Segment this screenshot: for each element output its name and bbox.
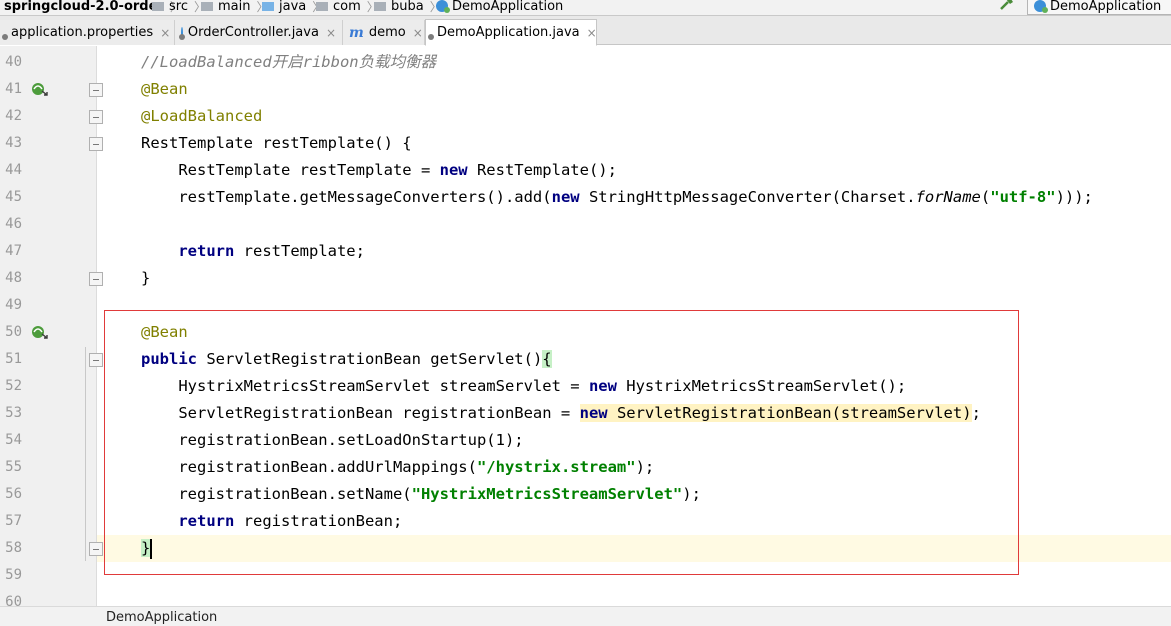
line-number[interactable]: 57 [0,508,22,535]
class-icon [436,0,450,13]
breadcrumb-item-class[interactable]: DemoApplication [436,0,563,15]
close-icon[interactable]: × [587,26,597,40]
line-number[interactable]: 49 [0,292,22,319]
package-icon [374,1,386,11]
breadcrumb-item-java[interactable]: java〉 [262,0,324,15]
package-icon [316,1,328,11]
line-number[interactable]: 58 [0,535,22,562]
line-number[interactable]: 50 [0,319,22,346]
line-number[interactable]: 43 [0,130,22,157]
folder-icon [201,1,213,11]
java-class-icon [179,26,185,40]
close-icon[interactable]: × [413,26,423,40]
line-number[interactable]: 42 [0,103,22,130]
breadcrumb-item-buba[interactable]: buba〉 [374,0,442,15]
class-icon [1034,0,1048,13]
editor-tab-bar: application.properties × OrderController… [0,16,1171,46]
build-hammer-icon[interactable] [999,0,1015,11]
run-configuration-select[interactable]: DemoApplication [1027,0,1171,15]
code-line-48[interactable]: } [141,265,150,292]
line-number[interactable]: 53 [0,400,22,427]
fold-guide-line [85,347,86,561]
fold-marker[interactable] [89,83,103,97]
tab-application-properties[interactable]: application.properties × [0,20,175,45]
tab-demoapplication[interactable]: DemoApplication.java × [425,19,597,46]
code-line-40[interactable]: //LoadBalanced开启ribbon负载均衡器 [141,49,436,76]
line-number[interactable]: 47 [0,238,22,265]
breadcrumb-item-com[interactable]: com 〉 [316,0,379,15]
line-number[interactable]: 44 [0,157,22,184]
line-number[interactable]: 59 [0,562,22,589]
fold-marker[interactable] [89,542,103,556]
source-folder-icon [262,1,274,11]
tab-demo[interactable]: m demo × [343,20,425,45]
code-line-45[interactable]: restTemplate.getMessageConverters().add(… [141,184,1093,211]
line-number[interactable]: 40 [0,49,22,76]
editor-breadcrumb-bar: DemoApplication [0,606,1171,626]
line-number[interactable]: 45 [0,184,22,211]
close-icon[interactable]: × [160,26,170,40]
fold-marker[interactable] [89,272,103,286]
tab-ordercontroller[interactable]: OrderController.java × [175,20,343,45]
line-number[interactable]: 46 [0,211,22,238]
line-number[interactable]: 55 [0,454,22,481]
breadcrumb-item-main[interactable]: main〉 [201,0,269,15]
code-line-47[interactable]: return restTemplate; [141,238,365,265]
maven-icon: m [349,24,364,41]
code-line-44[interactable]: RestTemplate restTemplate = new RestTemp… [141,157,617,184]
line-number[interactable]: 56 [0,481,22,508]
code-line-43[interactable]: RestTemplate restTemplate() { [141,130,412,157]
line-number[interactable]: 54 [0,427,22,454]
folder-icon [152,1,164,11]
spring-bean-icon[interactable] [31,324,49,340]
line-number[interactable]: 51 [0,346,22,373]
code-line-42[interactable]: @LoadBalanced [141,103,262,130]
line-number[interactable]: 41 [0,76,22,103]
fold-marker[interactable] [89,353,103,367]
breadcrumb-item-src[interactable]: src 〉 [152,0,206,15]
annotation-highlight-box [104,310,1019,575]
navigation-bar: springcloud-2.0-order〉 src〉 main〉 java〉 … [0,0,1171,16]
spring-bean-icon[interactable] [31,81,49,97]
code-line-41[interactable]: @Bean [141,76,188,103]
fold-marker[interactable] [89,110,103,124]
fold-marker[interactable] [89,137,103,151]
line-number[interactable]: 48 [0,265,22,292]
line-number[interactable]: 52 [0,373,22,400]
close-icon[interactable]: × [326,26,336,40]
editor-breadcrumb-class[interactable]: DemoApplication [106,610,217,625]
